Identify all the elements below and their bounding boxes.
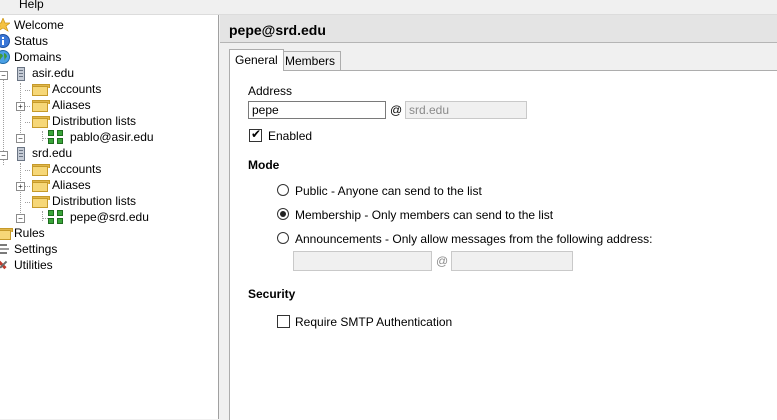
- tree-item-settings[interactable]: Settings: [0, 241, 200, 257]
- security-heading: Security: [248, 287, 296, 301]
- domain-field: [405, 101, 527, 119]
- tree-item-label: Accounts: [52, 162, 102, 176]
- tree-item-label: Domains: [14, 50, 62, 64]
- folder-icon: [32, 100, 50, 112]
- tree-item-aliases[interactable]: Aliases: [30, 97, 200, 113]
- tree-item-label: Welcome: [14, 18, 64, 32]
- general-tab-panel: Address @ ✔ Enabled Mode Public - Anyone…: [229, 70, 777, 420]
- group-icon: [48, 130, 64, 144]
- tree-item-accounts[interactable]: Accounts: [30, 81, 200, 97]
- tree-item-label: asir.edu: [32, 66, 75, 80]
- folder-icon: [32, 84, 50, 96]
- globe-icon: [0, 50, 10, 64]
- page-title: pepe@srd.edu: [229, 22, 326, 38]
- tree-item-label: srd.edu: [32, 146, 73, 160]
- star-icon: [0, 18, 10, 32]
- details-panel: pepe@srd.edu General Members Address @ ✔…: [220, 15, 777, 420]
- mode-announcements-radio[interactable]: [277, 232, 289, 244]
- announcement-at-symbol: @: [436, 254, 449, 268]
- tree-item-domain-asir[interactable]: asir.edu: [14, 65, 204, 81]
- navigation-tree: Welcome Status Domains − asir.edu + Acco…: [0, 15, 219, 419]
- tree-item-label: pablo@asir.edu: [70, 130, 154, 144]
- mode-public-label: Public - Anyone can send to the list: [295, 184, 482, 198]
- mode-public-radio[interactable]: [277, 184, 289, 196]
- expand-toggle[interactable]: +: [16, 102, 25, 111]
- tree-item-label: Accounts: [52, 82, 102, 96]
- tree-item-label: pepe@srd.edu: [70, 210, 149, 224]
- tree-item-domains[interactable]: Domains: [0, 49, 200, 65]
- tree-item-label: Status: [14, 34, 49, 48]
- tree-item-distribution-lists[interactable]: Distribution lists: [30, 193, 200, 209]
- group-icon: [48, 210, 64, 224]
- tree-item-label: Settings: [14, 242, 58, 256]
- collapse-toggle[interactable]: −: [0, 151, 8, 160]
- at-symbol: @: [390, 103, 403, 117]
- address-label: Address: [248, 84, 293, 98]
- tree-item-label: Utilities: [14, 258, 53, 272]
- expand-toggle[interactable]: +: [16, 182, 25, 191]
- announcement-user-field: [293, 251, 432, 271]
- mode-membership-radio[interactable]: [277, 208, 289, 220]
- tree-item-rules[interactable]: Rules: [0, 225, 200, 241]
- tree-connector: [42, 211, 43, 221]
- enabled-checkbox[interactable]: ✔: [249, 127, 262, 142]
- menu-bar: Help: [0, 0, 777, 15]
- tree-item-welcome[interactable]: Welcome: [0, 17, 200, 33]
- tree-item-label: Distribution lists: [52, 194, 137, 208]
- mode-membership-label: Membership - Only members can send to th…: [295, 208, 554, 222]
- enabled-label: Enabled: [268, 129, 313, 143]
- tree-item-aliases[interactable]: Aliases: [30, 177, 200, 193]
- settings-icon: [0, 244, 9, 254]
- tree-item-distribution-lists[interactable]: Distribution lists: [30, 113, 200, 129]
- details-header: pepe@srd.edu: [220, 15, 777, 43]
- checkmark-icon: ✔: [251, 127, 262, 141]
- tab-general[interactable]: General: [229, 49, 284, 71]
- rules-folder-icon: [0, 228, 13, 240]
- tools-icon: [0, 260, 8, 270]
- announcement-domain-field: [451, 251, 573, 271]
- tree-item-label: Rules: [14, 226, 45, 240]
- smtp-auth-label: Require SMTP Authentication: [295, 315, 453, 329]
- tree-item-utilities[interactable]: Utilities: [0, 257, 200, 273]
- mode-announcements-label: Announcements - Only allow messages from…: [295, 232, 653, 246]
- collapse-toggle[interactable]: −: [16, 214, 25, 223]
- tree-item-domain-srd[interactable]: srd.edu: [14, 145, 204, 161]
- tree-item-distribution-list-selected[interactable]: pepe@srd.edu: [48, 209, 208, 225]
- tree-item-label: Distribution lists: [52, 114, 137, 128]
- tree-item-label: Aliases: [52, 98, 91, 112]
- smtp-auth-checkbox[interactable]: [277, 315, 290, 328]
- server-icon: [17, 147, 25, 161]
- tab-members[interactable]: Members: [279, 51, 342, 70]
- tree-item-status[interactable]: Status: [0, 33, 200, 49]
- tree-item-distribution-list[interactable]: pablo@asir.edu: [48, 129, 208, 145]
- folder-icon: [32, 164, 50, 176]
- server-icon: [17, 67, 25, 81]
- mode-heading: Mode: [248, 158, 280, 172]
- collapse-toggle[interactable]: −: [0, 71, 8, 80]
- folder-icon: [32, 180, 50, 192]
- menu-help[interactable]: Help: [19, 0, 44, 12]
- address-input[interactable]: [248, 101, 386, 119]
- collapse-toggle[interactable]: −: [16, 134, 25, 143]
- info-icon: [0, 34, 10, 48]
- tree-connector: [42, 131, 43, 141]
- tree-item-label: Aliases: [52, 178, 91, 192]
- tree-item-accounts[interactable]: Accounts: [30, 161, 200, 177]
- folder-icon: [32, 116, 50, 128]
- folder-icon: [32, 196, 50, 208]
